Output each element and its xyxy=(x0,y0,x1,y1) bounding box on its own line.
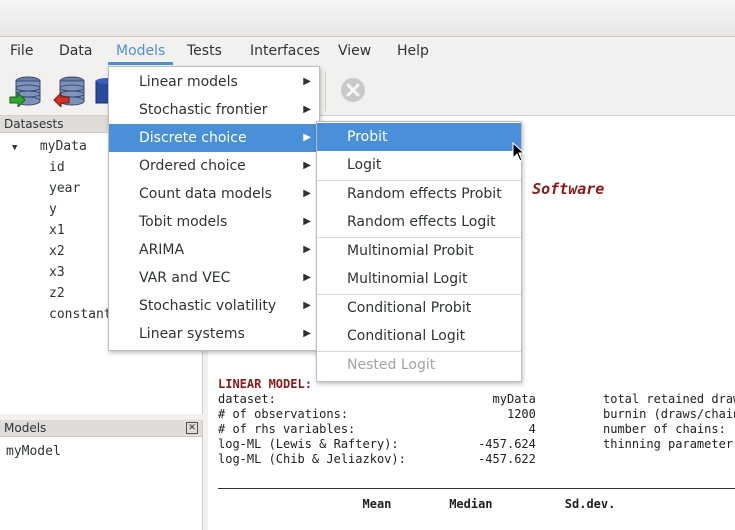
output-right-block: total retained draw burnin (draws/chain nu… xyxy=(603,392,735,452)
submenu-item-random-effects-logit[interactable]: Random effects Logit xyxy=(317,208,521,236)
submenu-arrow-icon: ▶ xyxy=(303,328,311,339)
submenu-item-logit[interactable]: Logit xyxy=(317,151,521,179)
menu-tests[interactable]: Tests xyxy=(179,37,230,65)
database-icon xyxy=(95,78,108,104)
output-line: burnin (draws/chain xyxy=(603,407,735,421)
menu-item-label: Linear systems xyxy=(139,326,245,342)
output-line: number of chains: xyxy=(603,422,726,436)
output-line: thinning parameter: xyxy=(603,437,735,451)
menu-item-label: Discrete choice xyxy=(139,130,247,146)
menu-item-label: ARIMA xyxy=(139,242,185,258)
submenu-item-probit[interactable]: Probit xyxy=(317,123,521,151)
menu-item-linear-models[interactable]: Linear models ▶ xyxy=(109,68,319,96)
submenu-item-conditional-logit[interactable]: Conditional Logit xyxy=(317,322,521,350)
submenu-arrow-icon: ▶ xyxy=(303,300,311,311)
menu-item-arima[interactable]: ARIMA ▶ xyxy=(109,236,319,264)
output-line: total retained draw xyxy=(603,392,735,406)
menu-item-linear-systems[interactable]: Linear systems ▶ xyxy=(109,320,319,348)
window-titlebar xyxy=(0,0,735,37)
submenu-item-nested-logit[interactable]: Nested Logit xyxy=(317,351,521,379)
models-panel-header: Models ✕ xyxy=(0,420,202,437)
toolbar-separator xyxy=(325,71,326,111)
menu-models[interactable]: Models xyxy=(108,37,174,65)
dataset-name: myData xyxy=(39,139,87,154)
database-import-icon xyxy=(9,76,41,109)
import-data-button[interactable] xyxy=(8,73,42,109)
submenu-arrow-icon: ▶ xyxy=(303,160,311,171)
menu-item-label: Stochastic volatility xyxy=(139,298,277,314)
menu-item-label: Tobit models xyxy=(139,214,228,230)
submenu-arrow-icon: ▶ xyxy=(303,104,311,115)
discrete-choice-submenu: Probit Logit Random effects Probit Rando… xyxy=(316,121,522,382)
models-panel: Models ✕ myModel xyxy=(0,420,203,530)
export-data-button[interactable] xyxy=(52,73,86,109)
menu-item-label: VAR and VEC xyxy=(139,270,231,286)
menubar: File Data Models Tests Interfaces View H… xyxy=(0,37,735,65)
model-list: myModel xyxy=(0,437,202,466)
submenu-arrow-icon: ▶ xyxy=(303,132,311,143)
submenu-item-random-effects-probit[interactable]: Random effects Probit xyxy=(317,180,521,208)
submenu-item-multinomial-logit[interactable]: Multinomial Logit xyxy=(317,265,521,293)
stop-button[interactable] xyxy=(336,73,370,107)
submenu-arrow-icon: ▶ xyxy=(303,244,311,255)
menu-view[interactable]: View xyxy=(330,37,379,65)
menu-item-tobit-models[interactable]: Tobit models ▶ xyxy=(109,208,319,236)
submenu-item-conditional-probit[interactable]: Conditional Probit xyxy=(317,294,521,322)
output-line: log-ML (Lewis & Raftery): -457.624 xyxy=(218,437,536,451)
list-item[interactable]: myModel xyxy=(6,441,196,462)
database-export-icon xyxy=(53,76,85,109)
submenu-arrow-icon: ▶ xyxy=(303,188,311,199)
menu-item-label: Linear models xyxy=(139,74,238,90)
submenu-arrow-icon: ▶ xyxy=(303,76,311,87)
menu-item-label: Ordered choice xyxy=(139,158,246,174)
mouse-cursor-icon xyxy=(512,142,526,162)
section-title: LINEAR MODEL: xyxy=(218,377,312,391)
menu-data[interactable]: Data xyxy=(51,37,100,65)
menu-item-label: Count data models xyxy=(139,186,272,202)
menu-item-stochastic-volatility[interactable]: Stochastic volatility ▶ xyxy=(109,292,319,320)
close-icon[interactable]: ✕ xyxy=(186,422,198,434)
table-header: Mean Median Sd.dev. xyxy=(218,497,616,511)
output-line: log-ML (Chib & Jeliazkov): -457.622 xyxy=(218,452,536,466)
expander-down-icon[interactable]: ▼ xyxy=(12,138,22,157)
output-line: dataset: myData xyxy=(218,392,536,406)
submenu-arrow-icon: ▶ xyxy=(303,216,311,227)
models-dropdown: Linear models ▶ Stochastic frontier ▶ Disc… xyxy=(108,66,320,351)
menu-interfaces[interactable]: Interfaces xyxy=(242,37,328,65)
database-button[interactable] xyxy=(94,73,108,107)
menu-item-discrete-choice[interactable]: Discrete choice ▶ xyxy=(109,124,319,152)
menu-item-ordered-choice[interactable]: Ordered choice ▶ xyxy=(109,152,319,180)
models-panel-title: Models xyxy=(4,421,47,435)
output-line: # of observations: 1200 xyxy=(218,407,536,421)
menu-item-stochastic-frontier[interactable]: Stochastic frontier ▶ xyxy=(109,96,319,124)
output-line: # of rhs variables: 4 xyxy=(218,422,536,436)
stop-icon xyxy=(341,78,365,102)
submenu-item-multinomial-probit[interactable]: Multinomial Probit xyxy=(317,237,521,265)
menu-item-count-data-models[interactable]: Count data models ▶ xyxy=(109,180,319,208)
menu-item-label: Stochastic frontier xyxy=(139,102,268,118)
menu-help[interactable]: Help xyxy=(389,37,437,65)
menu-item-var-and-vec[interactable]: VAR and VEC ▶ xyxy=(109,264,319,292)
submenu-arrow-icon: ▶ xyxy=(303,272,311,283)
table-rule xyxy=(218,488,735,489)
menu-file[interactable]: File xyxy=(2,37,41,65)
output-left-block: dataset: myData # of observations: 1200 # … xyxy=(218,392,536,467)
